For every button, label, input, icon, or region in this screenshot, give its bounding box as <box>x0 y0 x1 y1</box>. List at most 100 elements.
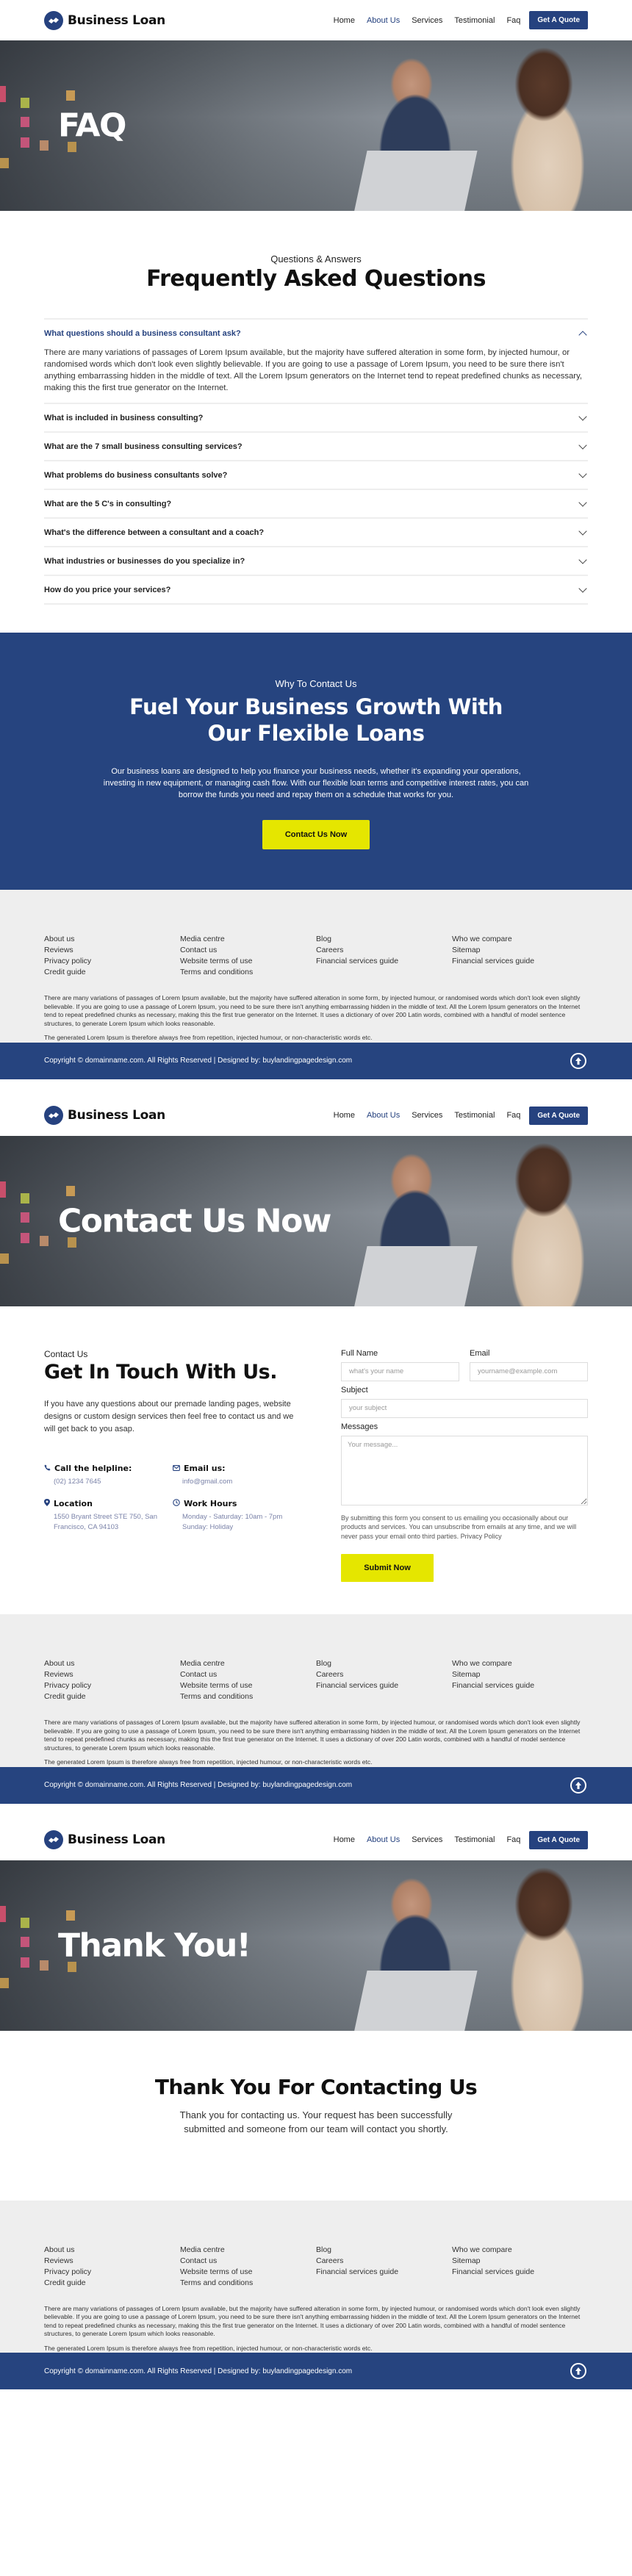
footer-link-financial-guide[interactable]: Financial services guide <box>452 956 588 967</box>
sticky-note-decoration <box>0 1977 9 1988</box>
contact-us-now-button[interactable]: Contact Us Now <box>262 820 370 849</box>
nav-services[interactable]: Services <box>406 1835 448 1844</box>
contact-section: Contact Us Get In Touch With Us. If you … <box>0 1306 632 1615</box>
hero-title: Contact Us Now <box>58 1202 331 1240</box>
footer-link-media-centre[interactable]: Media centre <box>180 934 316 945</box>
sticky-note-decoration <box>40 140 49 151</box>
footer-column: About us Reviews Privacy policy Credit g… <box>44 2245 180 2289</box>
footer-link-financial-guide[interactable]: Financial services guide <box>316 956 452 967</box>
footer-link-financial-guide[interactable]: Financial services guide <box>452 1680 588 1691</box>
footer-link-careers[interactable]: Careers <box>316 2256 452 2267</box>
footer-link-financial-guide[interactable]: Financial services guide <box>316 2267 452 2278</box>
nav-about-us[interactable]: About Us <box>361 1111 406 1120</box>
contact-title: Get In Touch With Us. <box>44 1360 278 1384</box>
email-input[interactable] <box>470 1361 588 1381</box>
logo-text: Business Loan <box>68 1832 165 1847</box>
footer-disclaimer-2: The generated Lorem Ipsum is therefore a… <box>44 1758 373 1766</box>
footer-link-terms-conditions[interactable]: Terms and conditions <box>180 1691 316 1702</box>
logo[interactable]: Business Loan <box>44 1830 165 1849</box>
faq-question[interactable]: What are the 5 C's in consulting? <box>44 490 588 517</box>
clock-icon <box>173 1498 180 1508</box>
footer-link-contact-us[interactable]: Contact us <box>180 1669 316 1680</box>
laptop-image <box>353 1245 478 1306</box>
footer-link-terms-conditions[interactable]: Terms and conditions <box>180 2278 316 2289</box>
get-a-quote-button[interactable]: Get A Quote <box>529 11 588 29</box>
chevron-down-icon <box>578 583 587 593</box>
logo[interactable]: Business Loan <box>44 10 165 30</box>
footer-link-careers[interactable]: Careers <box>316 1669 452 1680</box>
arrow-up-circle-icon[interactable] <box>570 1052 586 1069</box>
nav-home[interactable]: Home <box>328 16 361 25</box>
hours-info: Work Hours Monday - Saturday: 10am - 7pm… <box>173 1499 301 1533</box>
nav-about-us[interactable]: About Us <box>361 16 406 25</box>
footer-link-terms-conditions[interactable]: Terms and conditions <box>180 967 316 978</box>
footer-link-who-we-compare[interactable]: Who we compare <box>452 1658 588 1669</box>
footer-link-reviews[interactable]: Reviews <box>44 2256 180 2267</box>
footer-link-privacy-policy[interactable]: Privacy policy <box>44 956 180 967</box>
footer-link-reviews[interactable]: Reviews <box>44 1669 180 1680</box>
message-textarea[interactable] <box>341 1435 588 1505</box>
nav-services[interactable]: Services <box>406 1111 448 1120</box>
footer-link-media-centre[interactable]: Media centre <box>180 2245 316 2256</box>
nav-about-us[interactable]: About Us <box>361 1835 406 1844</box>
arrow-up-circle-icon[interactable] <box>570 2363 586 2379</box>
nav-faq[interactable]: Faq <box>500 1835 526 1844</box>
footer-link-about-us[interactable]: About us <box>44 1658 180 1669</box>
footer-link-careers[interactable]: Careers <box>316 945 452 956</box>
faq-eyebrow: Questions & Answers <box>270 253 362 265</box>
footer-link-credit-guide[interactable]: Credit guide <box>44 2278 180 2289</box>
nav-home[interactable]: Home <box>328 1111 361 1120</box>
faq-question[interactable]: What's the difference between a consulta… <box>44 519 588 546</box>
footer-link-credit-guide[interactable]: Credit guide <box>44 967 180 978</box>
footer-link-privacy-policy[interactable]: Privacy policy <box>44 1680 180 1691</box>
footer-link-blog[interactable]: Blog <box>316 934 452 945</box>
footer-link-blog[interactable]: Blog <box>316 1658 452 1669</box>
nav-faq[interactable]: Faq <box>500 16 526 25</box>
arrow-up-circle-icon[interactable] <box>570 1777 586 1794</box>
footer-link-about-us[interactable]: About us <box>44 2245 180 2256</box>
faq-question[interactable]: How do you price your services? <box>44 576 588 603</box>
full-name-input[interactable] <box>341 1361 459 1381</box>
nav-testimonial[interactable]: Testimonial <box>448 1835 500 1844</box>
map-pin-icon <box>44 1498 50 1508</box>
footer-column: Who we compare Sitemap Financial service… <box>452 2245 588 2289</box>
footer-link-who-we-compare[interactable]: Who we compare <box>452 2245 588 2256</box>
faq-question[interactable]: What questions should a business consult… <box>44 320 588 347</box>
footer-link-blog[interactable]: Blog <box>316 2245 452 2256</box>
nav-services[interactable]: Services <box>406 16 448 25</box>
footer-link-privacy-policy[interactable]: Privacy policy <box>44 2267 180 2278</box>
footer-link-who-we-compare[interactable]: Who we compare <box>452 934 588 945</box>
faq-question[interactable]: What problems do business consultants so… <box>44 461 588 489</box>
footer-link-media-centre[interactable]: Media centre <box>180 1658 316 1669</box>
nav-testimonial[interactable]: Testimonial <box>448 1111 500 1120</box>
get-a-quote-button[interactable]: Get A Quote <box>529 1830 588 1849</box>
sticky-note-decoration <box>66 90 75 101</box>
footer-link-financial-guide[interactable]: Financial services guide <box>316 1680 452 1691</box>
footer-link-sitemap[interactable]: Sitemap <box>452 945 588 956</box>
footer-link-contact-us[interactable]: Contact us <box>180 2256 316 2267</box>
footer-link-website-terms[interactable]: Website terms of use <box>180 956 316 967</box>
email-address[interactable]: info@gmail.com <box>173 1477 301 1487</box>
subject-input[interactable] <box>341 1398 588 1418</box>
footer-link-contact-us[interactable]: Contact us <box>180 945 316 956</box>
faq-question[interactable]: What industries or businesses do you spe… <box>44 547 588 575</box>
footer-link-website-terms[interactable]: Website terms of use <box>180 1680 316 1691</box>
faq-question[interactable]: What is included in business consulting? <box>44 404 588 431</box>
nav-faq[interactable]: Faq <box>500 1111 526 1120</box>
nav-testimonial[interactable]: Testimonial <box>448 16 500 25</box>
submit-button[interactable]: Submit Now <box>341 1554 434 1582</box>
footer-link-financial-guide[interactable]: Financial services guide <box>452 2267 588 2278</box>
logo[interactable]: Business Loan <box>44 1106 165 1125</box>
get-a-quote-button[interactable]: Get A Quote <box>529 1106 588 1125</box>
footer-link-website-terms[interactable]: Website terms of use <box>180 2267 316 2278</box>
nav-home[interactable]: Home <box>328 1835 361 1844</box>
phone-number[interactable]: (02) 1234 7645 <box>44 1477 173 1487</box>
footer-link-sitemap[interactable]: Sitemap <box>452 2256 588 2267</box>
footer-column: About us Reviews Privacy policy Credit g… <box>44 934 180 978</box>
faq-question[interactable]: What are the 7 small business consulting… <box>44 433 588 460</box>
footer-link-sitemap[interactable]: Sitemap <box>452 1669 588 1680</box>
footer-column: Media centre Contact us Website terms of… <box>180 2245 316 2289</box>
footer-link-reviews[interactable]: Reviews <box>44 945 180 956</box>
footer-link-credit-guide[interactable]: Credit guide <box>44 1691 180 1702</box>
footer-link-about-us[interactable]: About us <box>44 934 180 945</box>
